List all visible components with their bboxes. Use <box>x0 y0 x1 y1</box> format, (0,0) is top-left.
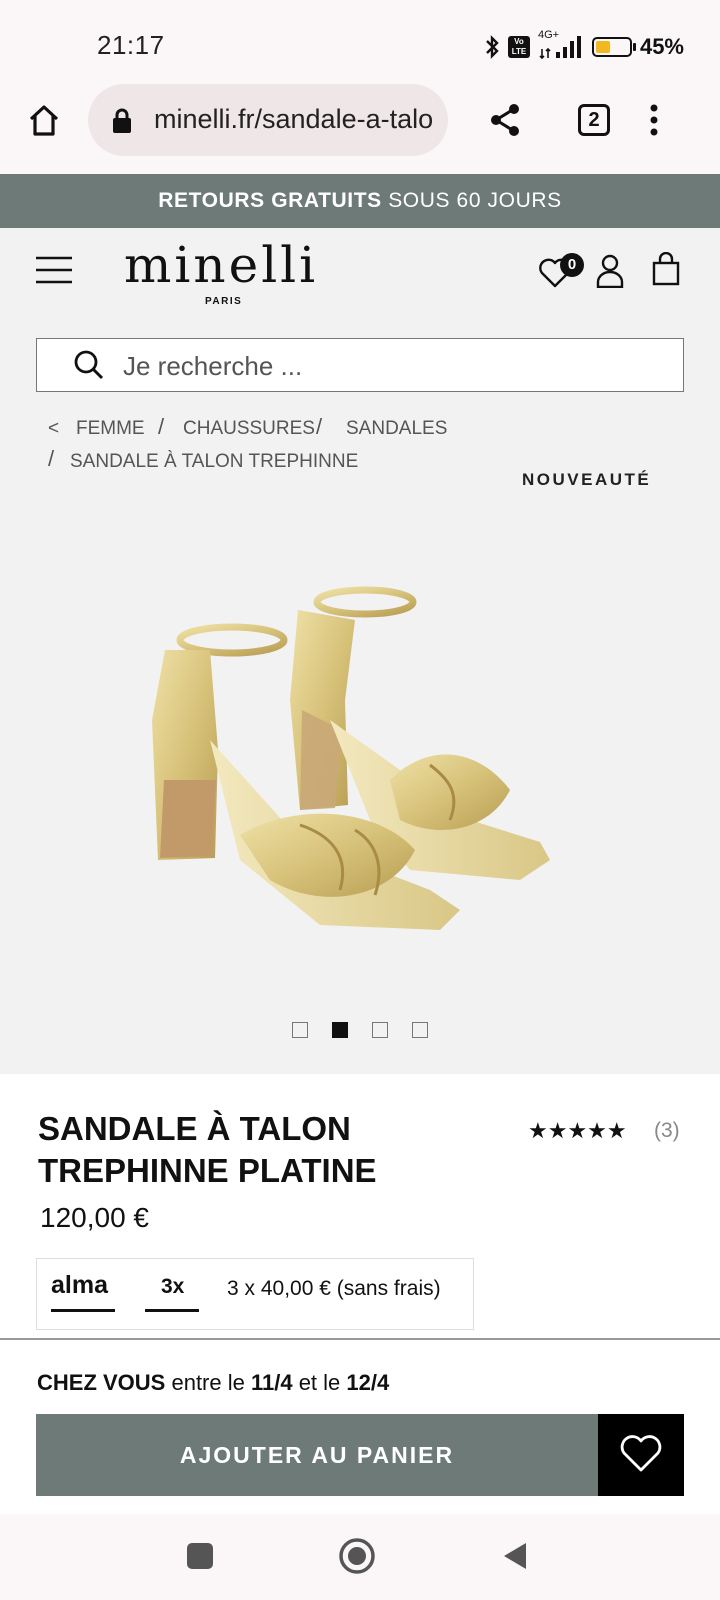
alma-logo: alma <box>51 1271 108 1299</box>
rating-stars[interactable]: ★★★★★ <box>528 1118 627 1144</box>
delivery-text: entre le <box>165 1370 251 1395</box>
alma-underline <box>51 1309 115 1312</box>
bag-icon[interactable] <box>652 252 680 286</box>
gallery-dot-2[interactable] <box>332 1022 348 1038</box>
url-text[interactable]: minelli.fr/sandale-a-talon-trephinne <box>154 104 434 135</box>
alma-plan-tab[interactable]: 3x <box>161 1275 184 1299</box>
add-to-cart-button[interactable]: AJOUTER AU PANIER <box>36 1414 598 1496</box>
search-input[interactable] <box>121 347 645 385</box>
search-icon[interactable] <box>73 349 105 381</box>
status-time: 21:17 <box>97 30 165 60</box>
breadcrumb: < FEMME / CHAUSSURES / SANDALES / SANDAL… <box>48 414 668 478</box>
breadcrumb-femme[interactable]: FEMME <box>76 418 145 440</box>
review-count[interactable]: (3) <box>654 1119 680 1143</box>
product-title: SANDALE À TALON TREPHINNE PLATINE <box>38 1110 377 1189</box>
breadcrumb-current: SANDALE À TALON TREPHINNE <box>70 451 359 472</box>
heart-icon <box>620 1434 662 1471</box>
delivery-estimate: CHEZ VOUS entre le 11/4 et le 12/4 <box>37 1370 389 1396</box>
new-tag: NOUVEAUTÉ <box>522 470 652 489</box>
search-box[interactable] <box>36 338 684 392</box>
promo-bold: RETOURS GRATUITS <box>158 189 382 212</box>
lock-icon <box>113 108 131 133</box>
promo-banner: RETOURS GRATUITS SOUS 60 JOURS <box>0 174 720 228</box>
volte-icon: Vo LTE <box>507 36 530 58</box>
wishlist-button[interactable] <box>598 1414 684 1496</box>
breadcrumb-back[interactable]: < <box>48 418 59 440</box>
breadcrumb-separator: / <box>316 414 323 439</box>
product-image[interactable] <box>150 580 570 960</box>
breadcrumb-sandales[interactable]: SANDALES <box>346 418 447 440</box>
battery-icon <box>591 37 636 57</box>
more-icon[interactable] <box>648 102 660 138</box>
promo-rest: SOUS 60 JOURS <box>381 189 562 212</box>
signal-icon: 4G+ <box>538 29 584 61</box>
share-icon[interactable] <box>488 102 522 138</box>
delivery-date-end: 12/4 <box>346 1370 390 1395</box>
status-icons: Vo LTE 4G+ 45% <box>484 29 684 64</box>
alma-installments-text: 3 x 40,00 € (sans frais) <box>227 1277 441 1300</box>
logo-subtitle: PARIS <box>205 296 243 307</box>
account-icon[interactable] <box>596 254 624 288</box>
site-logo[interactable]: minelli <box>124 236 318 294</box>
breadcrumb-separator: / <box>158 414 165 439</box>
alma-plan-underline <box>145 1309 199 1312</box>
delivery-date-start: 11/4 <box>250 1370 293 1395</box>
gallery-dot-1[interactable] <box>292 1022 308 1038</box>
delivery-label: CHEZ VOUS <box>37 1370 166 1395</box>
status-bar: 21:17 Vo LTE 4G+ 45% <box>0 0 720 88</box>
alma-payment-widget[interactable]: alma 3x 3 x 40,00 € (sans frais) <box>36 1258 474 1330</box>
recents-icon[interactable] <box>186 1542 214 1570</box>
home-circle-icon[interactable] <box>338 1537 376 1575</box>
gallery-dot-3[interactable] <box>372 1022 388 1038</box>
delivery-text: et le <box>292 1370 347 1395</box>
menu-icon[interactable] <box>36 256 72 284</box>
gallery-dot-4[interactable] <box>412 1022 428 1038</box>
tabs-icon[interactable]: 2 <box>578 104 610 136</box>
breadcrumb-separator: / <box>48 446 55 471</box>
bluetooth-icon <box>486 35 499 59</box>
back-icon[interactable] <box>502 1541 528 1571</box>
battery-percent: 45% <box>639 34 684 59</box>
product-price: 120,00 € <box>40 1202 149 1233</box>
home-icon[interactable] <box>26 102 62 138</box>
breadcrumb-chaussures[interactable]: CHAUSSURES <box>183 418 315 440</box>
wishlist-count-badge: 0 <box>560 253 584 277</box>
